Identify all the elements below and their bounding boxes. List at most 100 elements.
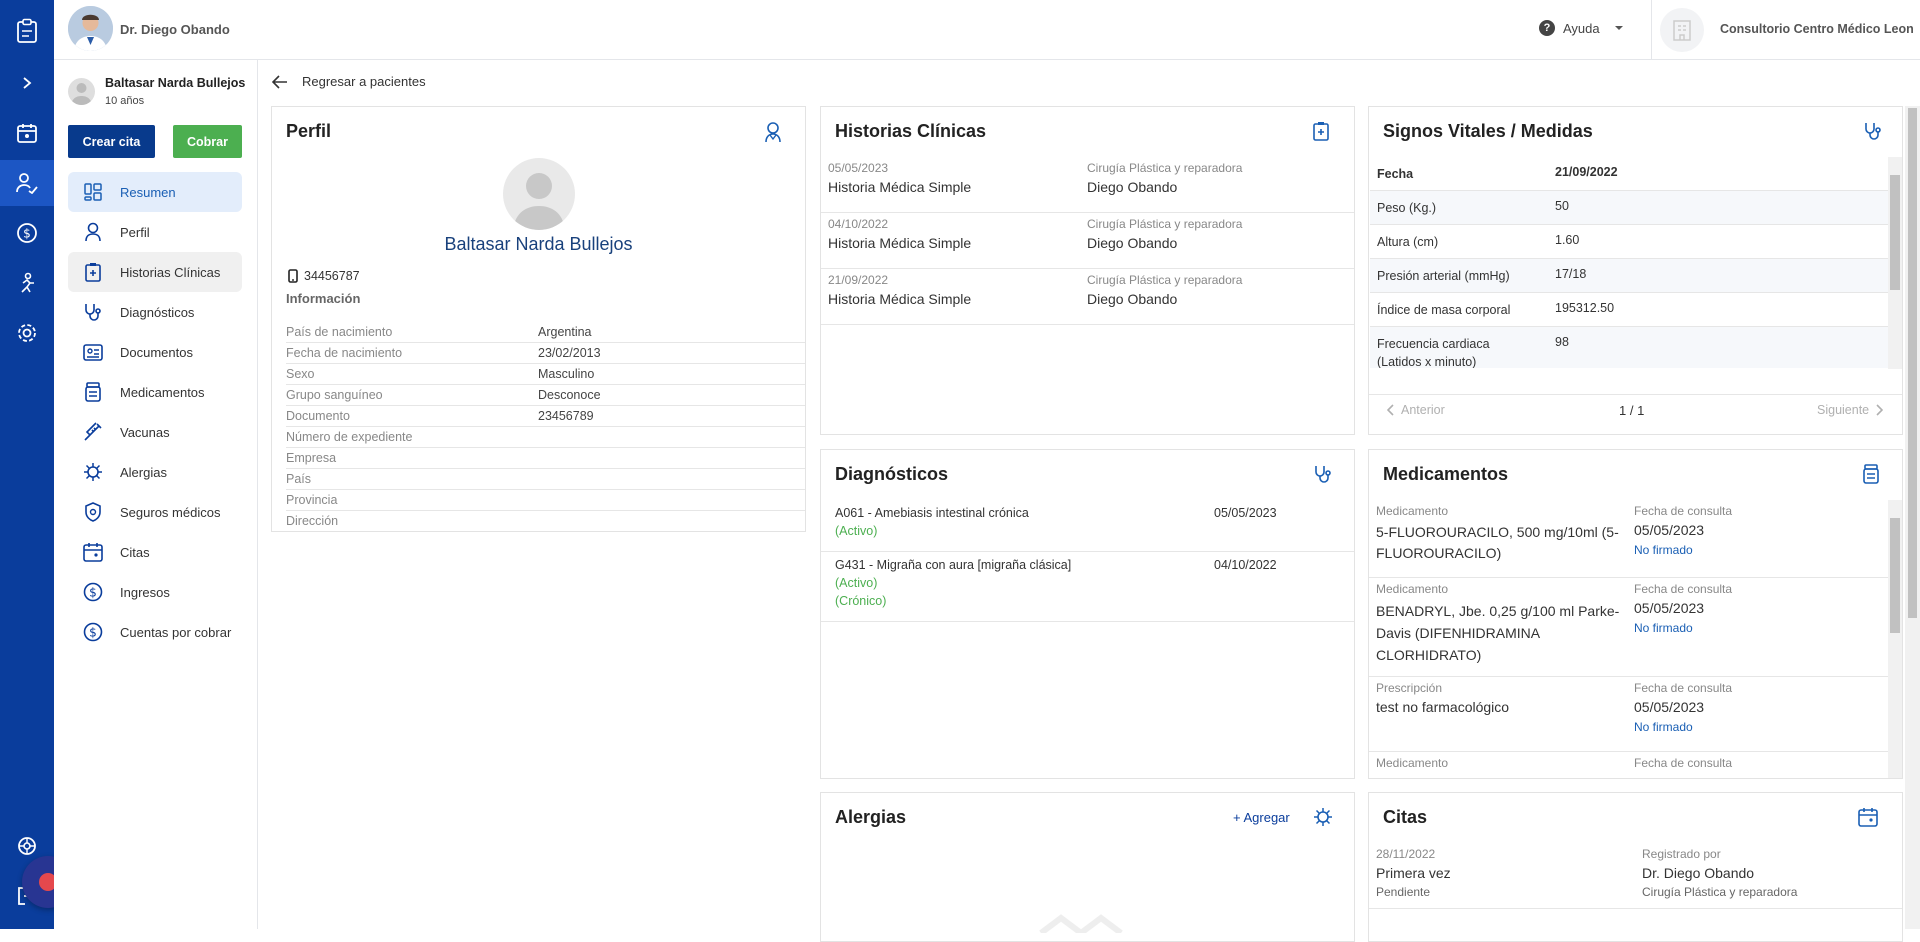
prev-page-button[interactable]: Anterior	[1387, 403, 1445, 417]
nav-item-ingresos[interactable]: $ Ingresos	[68, 572, 242, 612]
charge-button[interactable]: Cobrar	[173, 125, 242, 158]
svg-text:$: $	[89, 626, 97, 640]
vitals-value: 98	[1555, 335, 1569, 349]
svg-text:$: $	[89, 586, 97, 600]
create-appointment-button[interactable]: Crear cita	[68, 125, 155, 158]
history-date: 05/05/2023	[828, 161, 889, 175]
nav-item-medicamentos[interactable]: Medicamentos	[68, 372, 242, 412]
page-scroll-thumb[interactable]	[1908, 108, 1917, 618]
diagnosis-status: (Crónico)	[835, 594, 887, 608]
history-doctor: Diego Obando	[1087, 291, 1178, 307]
medication-row[interactable]: Medicamento BENADRYL, Jbe. 0,25 g/100 ml…	[1369, 578, 1889, 677]
vitals-row: Índice de masa corporal 195312.50	[1370, 293, 1888, 327]
nav-item-historias[interactable]: Historias Clínicas	[68, 252, 242, 292]
nav-label: Seguros médicos	[120, 504, 221, 520]
user-icon	[81, 222, 105, 242]
phone-icon	[288, 269, 298, 283]
vitals-key: Frecuencia cardiaca (Latidos x minuto)	[1377, 337, 1490, 368]
empty-state-icon	[1036, 913, 1126, 933]
add-allergy-button[interactable]: + Agregar	[1233, 810, 1290, 825]
allergies-title: Alergias	[835, 807, 907, 827]
medical-record-icon[interactable]	[1313, 121, 1329, 141]
chevron-right-icon[interactable]	[0, 60, 54, 106]
nav-item-citas[interactable]: Citas	[68, 532, 242, 572]
vitals-key: Altura (cm)	[1377, 235, 1439, 249]
appointment-status: Pendiente	[1376, 885, 1431, 899]
dollar-icon[interactable]: $	[0, 210, 54, 256]
patients-icon[interactable]	[0, 160, 54, 206]
nav-item-diagnosticos[interactable]: Diagnósticos	[68, 292, 242, 332]
syringe-icon	[81, 422, 105, 442]
clipboard-icon[interactable]	[0, 8, 54, 54]
patient-avatar	[68, 78, 95, 105]
info-value: 23456789	[538, 409, 594, 423]
history-type: Historia Médica Simple	[828, 235, 972, 251]
calendar-icon	[81, 542, 105, 562]
medicine-icon[interactable]	[1863, 464, 1879, 484]
allergy-icon[interactable]	[1313, 807, 1333, 827]
vitals-key: Fecha	[1377, 167, 1414, 181]
medications-scrollbar[interactable]	[1888, 500, 1902, 778]
medication-date: 05/05/2023	[1634, 522, 1705, 538]
info-row: Dirección	[286, 511, 805, 531]
stethoscope-icon[interactable]	[1313, 464, 1333, 484]
next-page-button[interactable]: Siguiente	[1817, 403, 1884, 417]
medication-status: No firmado	[1634, 720, 1693, 734]
help-menu[interactable]: ? Ayuda	[1539, 20, 1624, 36]
medication-row[interactable]: Medicamento Fecha de consulta	[1369, 752, 1889, 778]
info-row: Provincia	[286, 490, 805, 511]
vitals-value: 195312.50	[1555, 301, 1615, 315]
history-specialty: Cirugía Plástica y reparadora	[1087, 217, 1243, 231]
medication-kind: Medicamento	[1376, 504, 1449, 518]
vitals-scrollbar[interactable]	[1888, 157, 1902, 369]
clinic-name[interactable]: Consultorio Centro Médico Leon	[1720, 22, 1914, 36]
nav-item-documentos[interactable]: Documentos	[68, 332, 242, 372]
calendar-icon[interactable]	[0, 110, 54, 156]
appointment-row[interactable]: 28/11/2022 Primera vez Pendiente Registr…	[1369, 843, 1902, 909]
nav-item-seguros[interactable]: Seguros médicos	[68, 492, 242, 532]
stethoscope-icon[interactable]	[1863, 121, 1883, 141]
doctor-avatar[interactable]	[68, 6, 113, 51]
phone-number: 34456787	[304, 269, 360, 283]
clinic-building-icon[interactable]	[1660, 8, 1704, 52]
medication-row[interactable]: Medicamento 5-FLUOROURACILO, 500 mg/10ml…	[1369, 500, 1889, 578]
prev-label: Anterior	[1401, 403, 1445, 417]
page-scrollbar[interactable]	[1905, 106, 1920, 929]
history-row[interactable]: 04/10/2022 Historia Médica Simple Cirugí…	[821, 213, 1354, 269]
registered-by-label: Registrado por	[1642, 847, 1721, 861]
diagnosis-row[interactable]: G431 - Migraña con aura [migraña clásica…	[821, 552, 1354, 622]
vitals-row: Altura (cm) 1.60	[1370, 225, 1888, 259]
nav-item-vacunas[interactable]: Vacunas	[68, 412, 242, 452]
back-to-patients-link[interactable]: Regresar a pacientes	[272, 74, 426, 89]
vitals-key: Peso (Kg.)	[1377, 201, 1437, 215]
run-icon[interactable]	[0, 260, 54, 306]
diagnosis-name: G431 - Migraña con aura [migraña clásica…	[835, 558, 1072, 572]
doctor-name[interactable]: Dr. Diego Obando	[120, 22, 230, 37]
nav-label: Medicamentos	[120, 384, 205, 400]
help-label: Ayuda	[1563, 20, 1600, 36]
calendar-icon[interactable]	[1858, 807, 1878, 827]
diagnosis-row[interactable]: A061 - Amebiasis intestinal crónica 05/0…	[821, 500, 1354, 552]
patient-sidebar: Baltasar Narda Bullejos 10 años Crear ci…	[54, 60, 258, 929]
scroll-thumb[interactable]	[1890, 518, 1900, 633]
history-row[interactable]: 21/09/2022 Historia Médica Simple Cirugí…	[821, 269, 1354, 325]
info-key: Grupo sanguíneo	[286, 388, 383, 402]
settings-icon[interactable]	[0, 310, 54, 356]
next-label: Siguiente	[1817, 403, 1870, 417]
divider	[1369, 394, 1902, 395]
scroll-thumb[interactable]	[1890, 175, 1900, 290]
nav-item-perfil[interactable]: Perfil	[68, 212, 242, 252]
appointments-card: Citas 28/11/2022 Primera vez Pendiente R…	[1368, 792, 1903, 942]
history-row[interactable]: 05/05/2023 Historia Médica Simple Cirugí…	[821, 157, 1354, 213]
nav-item-resumen[interactable]: Resumen	[68, 172, 242, 212]
medication-kind: Medicamento	[1376, 756, 1449, 770]
medication-row[interactable]: Prescripción test no farmacológico Fecha…	[1369, 677, 1889, 752]
nav-label: Alergias	[120, 464, 167, 480]
info-key: País de nacimiento	[286, 325, 393, 339]
profile-phone: 34456787	[288, 269, 360, 283]
nav-item-alergias[interactable]: Alergias	[68, 452, 242, 492]
nav-item-cuentas[interactable]: $ Cuentas por cobrar	[68, 612, 242, 652]
allergy-icon	[81, 462, 105, 482]
info-key: Sexo	[286, 367, 315, 381]
user-icon[interactable]	[764, 121, 782, 143]
